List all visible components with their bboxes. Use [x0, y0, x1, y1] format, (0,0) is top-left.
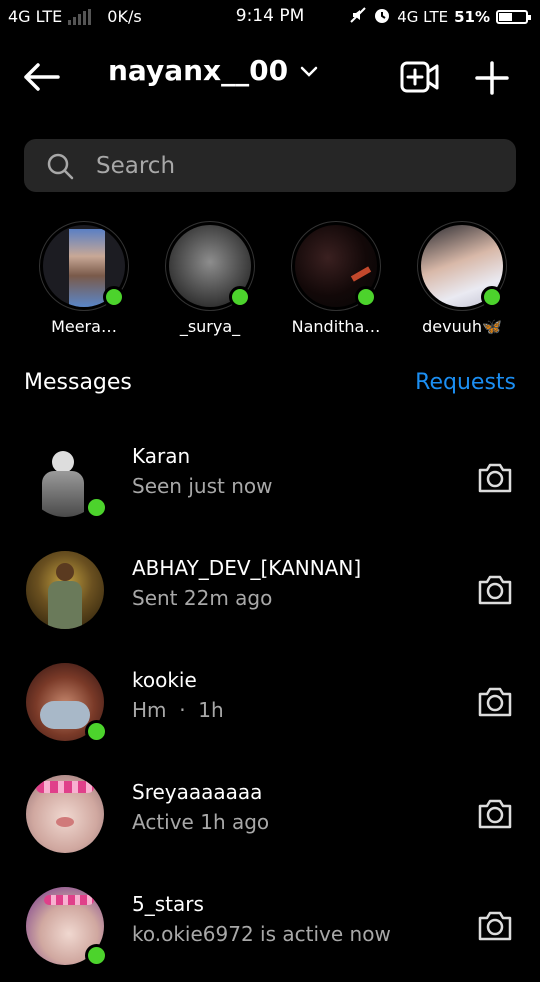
conversation-name: Sreyaaaaaaa: [132, 780, 263, 804]
avatar: [417, 221, 507, 311]
status-bar: 4G LTE 0K/s 9:14 PM 4G LTE 51%: [0, 0, 540, 34]
story-item[interactable]: _surya_: [155, 218, 265, 336]
conversation-name: ABHAY_DEV_[KANNAN]: [132, 556, 362, 580]
active-friends-row: Meera… _surya_ Nanditha… devuuh🦋: [0, 218, 540, 348]
conversation-row[interactable]: kookie Hm · 1h: [0, 646, 540, 758]
conversation-row[interactable]: Karan Seen just now: [0, 422, 540, 534]
battery-icon: [496, 10, 531, 24]
page-title: nayanx__00: [108, 54, 289, 87]
back-button[interactable]: [22, 62, 62, 92]
search-bar[interactable]: [24, 139, 516, 192]
header: nayanx__00: [0, 50, 540, 106]
mute-icon: [349, 6, 367, 28]
story-item[interactable]: Nanditha…: [281, 218, 391, 336]
search-icon: [47, 153, 74, 179]
battery-percent: 51%: [454, 8, 490, 26]
conversation-name: kookie: [132, 668, 197, 692]
requests-link[interactable]: Requests: [415, 370, 516, 395]
story-item[interactable]: devuuh🦋: [407, 218, 517, 336]
avatar: [26, 887, 108, 967]
online-indicator: [85, 944, 108, 967]
conversation-status: Hm · 1h: [132, 698, 224, 722]
online-indicator: [103, 286, 125, 308]
story-item[interactable]: Meera…: [29, 218, 139, 336]
story-name: _surya_: [179, 317, 241, 336]
online-indicator: [229, 286, 251, 308]
conversation-row[interactable]: ABHAY_DEV_[KANNAN] Sent 22m ago: [0, 534, 540, 646]
camera-icon[interactable]: [476, 572, 514, 608]
camera-icon[interactable]: [476, 460, 514, 496]
messages-header: Messages Requests: [24, 370, 516, 402]
story-name: Nanditha…: [291, 317, 381, 336]
avatar: [26, 439, 108, 519]
messages-title: Messages: [24, 370, 132, 395]
avatar: [291, 221, 381, 311]
account-switcher[interactable]: nayanx__00: [108, 54, 318, 87]
avatar: [165, 221, 255, 311]
conversation-row[interactable]: 5_stars ko.okie6972 is active now: [0, 870, 540, 982]
conversation-name: Karan: [132, 444, 191, 468]
avatar: [26, 775, 104, 853]
story-name: Meera…: [51, 317, 117, 336]
avatar: [39, 221, 129, 311]
camera-icon[interactable]: [476, 684, 514, 720]
conversation-status: Seen just now: [132, 474, 273, 498]
new-message-button[interactable]: [474, 60, 510, 96]
online-indicator: [355, 286, 377, 308]
camera-icon[interactable]: [476, 796, 514, 832]
avatar: [26, 663, 108, 743]
network-type-right: 4G LTE: [397, 8, 449, 26]
online-indicator: [481, 286, 503, 308]
conversation-status: ko.okie6972 is active now: [132, 922, 391, 946]
alarm-icon: [373, 6, 391, 28]
avatar: [26, 551, 104, 629]
story-name: devuuh🦋: [422, 317, 502, 336]
conversation-status: Sent 22m ago: [132, 586, 273, 610]
conversation-row[interactable]: Sreyaaaaaaa Active 1h ago: [0, 758, 540, 870]
conversation-name: 5_stars: [132, 892, 204, 916]
video-chat-button[interactable]: [400, 60, 440, 94]
video-chat-icon: [400, 61, 439, 93]
search-input[interactable]: [94, 151, 478, 180]
camera-icon[interactable]: [476, 908, 514, 944]
back-arrow-icon: [24, 63, 60, 91]
plus-icon: [475, 61, 509, 95]
chevron-down-icon: [300, 66, 318, 77]
online-indicator: [85, 720, 108, 743]
conversation-status: Active 1h ago: [132, 810, 270, 834]
online-indicator: [85, 496, 108, 519]
